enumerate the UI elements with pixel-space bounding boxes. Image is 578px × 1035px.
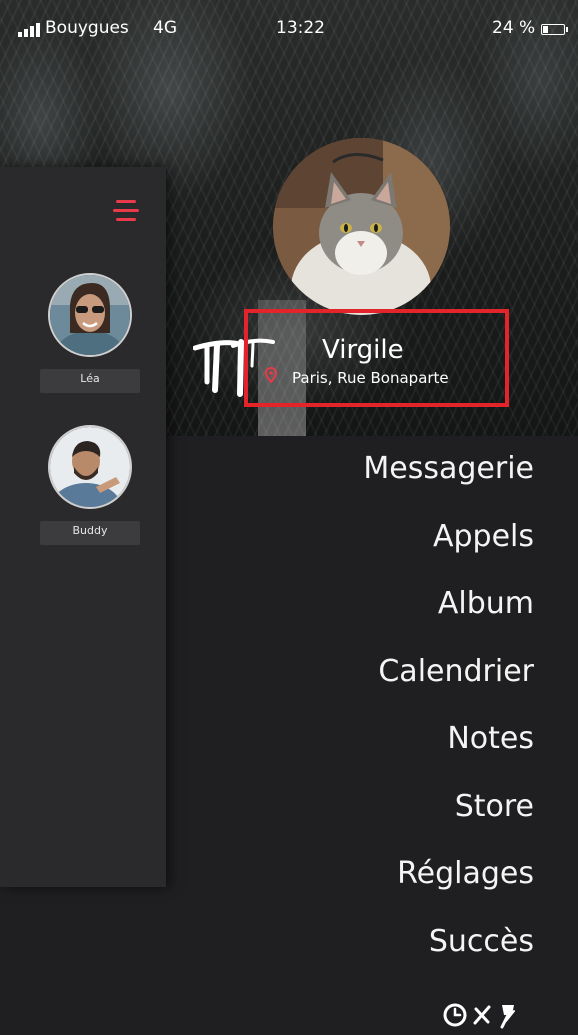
contact-avatar	[48, 273, 132, 357]
contact-name: Léa	[80, 372, 100, 385]
menu-item-calendrier[interactable]: Calendrier	[174, 647, 534, 715]
clock-icon[interactable]	[443, 1003, 467, 1027]
contact-item[interactable]: Léa	[0, 273, 166, 403]
sword-icon[interactable]	[473, 1005, 491, 1025]
app-screen: Bouygues 4G 13:22 24 % Virgile Paris, Ru…	[0, 0, 578, 1035]
pin-icon[interactable]	[500, 1005, 515, 1029]
menu-item-appels[interactable]: Appels	[174, 512, 534, 580]
man-avatar-icon	[50, 427, 130, 507]
carrier-name: Bouygues	[45, 18, 129, 38]
woman-avatar-icon	[50, 275, 130, 355]
hamburger-icon[interactable]	[113, 200, 139, 222]
menu-item-notes[interactable]: Notes	[174, 714, 534, 782]
main-menu: Messagerie Appels Album Calendrier Notes…	[174, 444, 534, 984]
menu-item-messagerie[interactable]: Messagerie	[174, 444, 534, 512]
battery-icon	[541, 24, 568, 35]
profile-location: Paris, Rue Bonaparte	[292, 369, 449, 387]
status-time: 13:22	[276, 18, 325, 38]
contact-name: Buddy	[72, 524, 108, 537]
battery-level	[543, 26, 548, 33]
menu-item-reglages[interactable]: Réglages	[174, 849, 534, 917]
signal-icon	[18, 23, 40, 37]
battery-percentage: 24 %	[492, 18, 536, 38]
contact-item[interactable]: Buddy	[0, 425, 166, 555]
bottom-icon-bar	[440, 1001, 540, 1031]
cat-photo-icon	[273, 138, 450, 315]
network-type: 4G	[153, 18, 177, 38]
contact-avatar	[48, 425, 132, 509]
menu-item-store[interactable]: Store	[174, 782, 534, 850]
menu-item-album[interactable]: Album	[174, 579, 534, 647]
profile-avatar[interactable]	[273, 138, 450, 315]
location-pin-icon	[264, 366, 278, 384]
profile-name[interactable]: Virgile	[322, 335, 404, 365]
side-drawer: Léa Buddy	[0, 167, 166, 887]
menu-item-succes[interactable]: Succès	[174, 917, 534, 985]
status-bar: Bouygues 4G 13:22 24 %	[0, 12, 578, 46]
